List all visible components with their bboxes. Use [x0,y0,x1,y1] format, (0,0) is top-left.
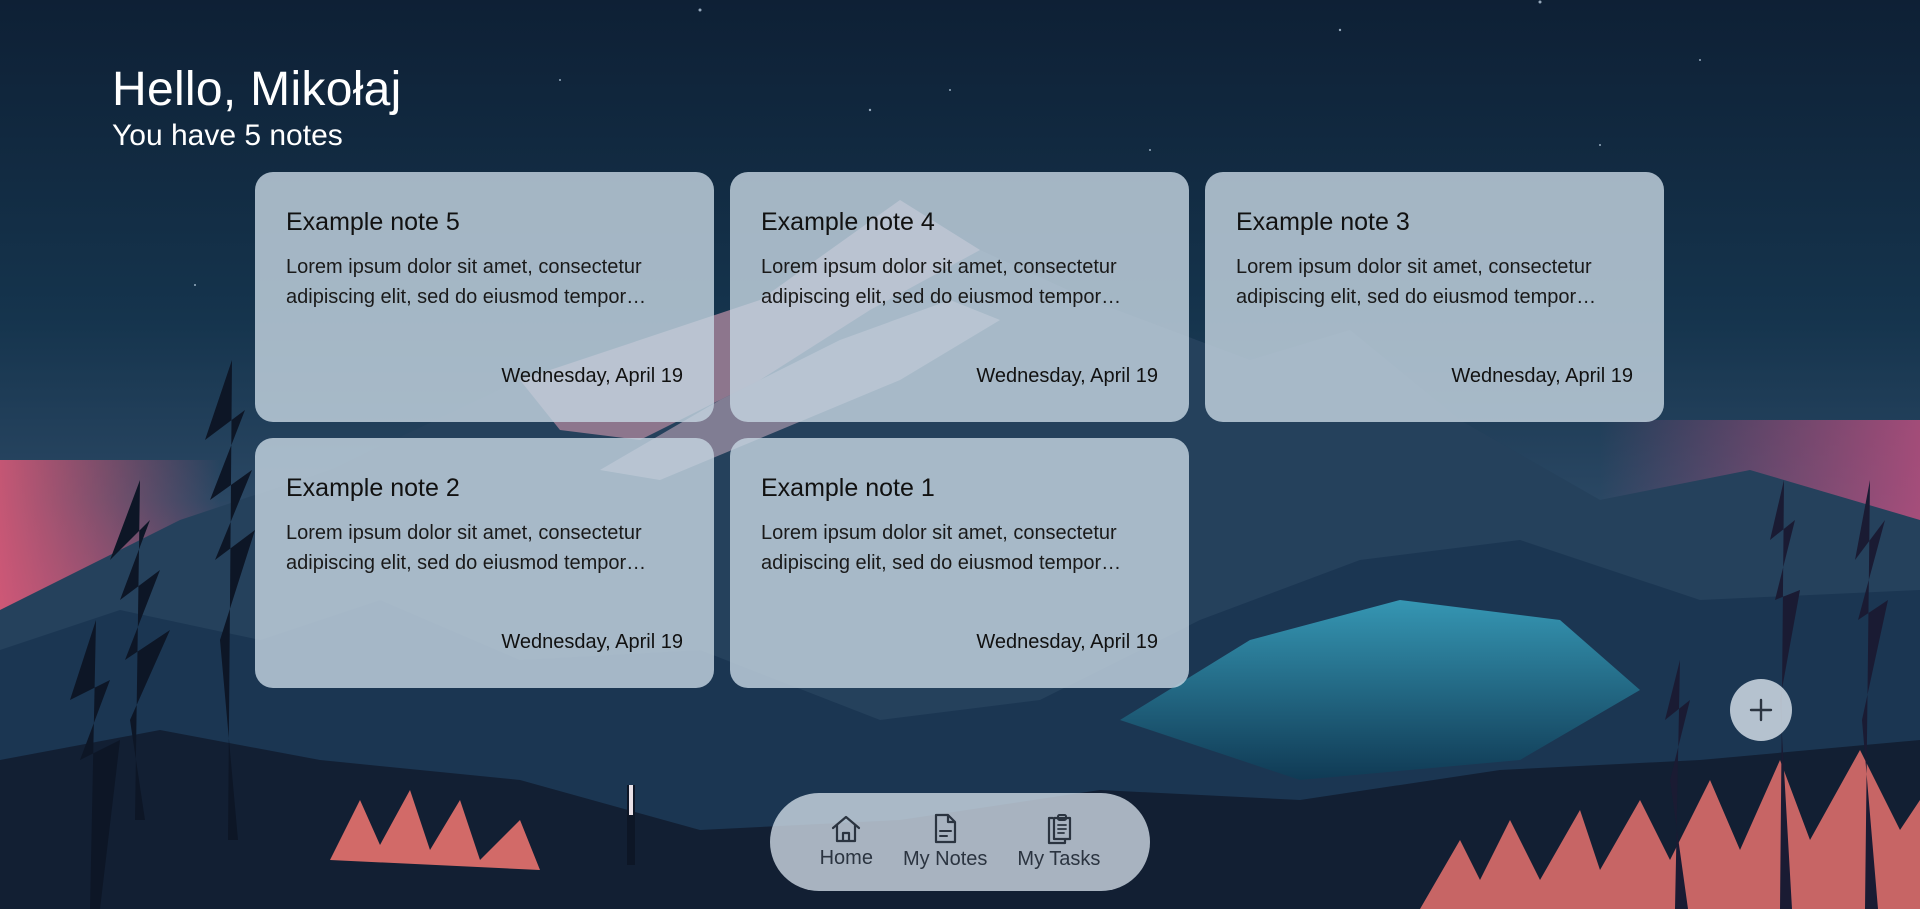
note-title: Example note 3 [1236,208,1410,236]
nav-label-my-notes: My Notes [902,848,988,870]
page-title: Hello, Mikołaj [112,63,402,116]
home-icon [832,815,861,843]
note-title: Example note 5 [286,208,460,236]
nav-item-home[interactable]: Home [814,814,879,870]
note-title: Example note 1 [761,474,935,502]
nav-item-my-notes[interactable]: My Notes [897,813,993,871]
app-window: Hello, Mikołaj You have 5 notes Example … [0,0,1920,909]
note-preview: Lorem ipsum dolor sit amet, consectetur … [1236,256,1597,308]
note-date: Wednesday, April 19 [501,631,683,653]
note-preview: Lorem ipsum dolor sit amet, consectetur … [761,256,1122,308]
note-preview: Lorem ipsum dolor sit amet, consectetur … [286,256,647,308]
add-note-button[interactable] [1730,679,1792,741]
note-date: Wednesday, April 19 [976,365,1158,387]
note-card[interactable]: Example note 1 Lorem ipsum dolor sit ame… [730,438,1189,688]
nav-label-my-tasks: My Tasks [1017,848,1101,870]
note-date: Wednesday, April 19 [976,631,1158,653]
note-date: Wednesday, April 19 [501,365,683,387]
note-title: Example note 2 [286,474,460,502]
notes-count-subtitle: You have 5 notes [112,119,343,152]
note-card[interactable]: Example note 4 Lorem ipsum dolor sit ame… [730,172,1189,422]
note-card[interactable]: Example note 3 Lorem ipsum dolor sit ame… [1205,172,1664,422]
note-preview: Lorem ipsum dolor sit amet, consectetur … [286,522,647,574]
clipboard-icon [1047,814,1072,845]
notes-grid: Example note 5 Lorem ipsum dolor sit ame… [255,172,1665,688]
note-title: Example note 4 [761,208,935,236]
note-card[interactable]: Example note 5 Lorem ipsum dolor sit ame… [255,172,714,422]
greeting-header: Hello, Mikołaj You have 5 notes [112,62,402,154]
bottom-navigation: Home My Notes My Tasks [770,793,1150,891]
plus-icon [1749,698,1773,722]
nav-label-home: Home [819,847,873,869]
document-icon [935,813,957,844]
note-preview: Lorem ipsum dolor sit amet, consectetur … [761,522,1122,574]
nav-item-my-tasks[interactable]: My Tasks [1011,813,1106,871]
note-date: Wednesday, April 19 [1451,365,1633,387]
note-card[interactable]: Example note 2 Lorem ipsum dolor sit ame… [255,438,714,688]
